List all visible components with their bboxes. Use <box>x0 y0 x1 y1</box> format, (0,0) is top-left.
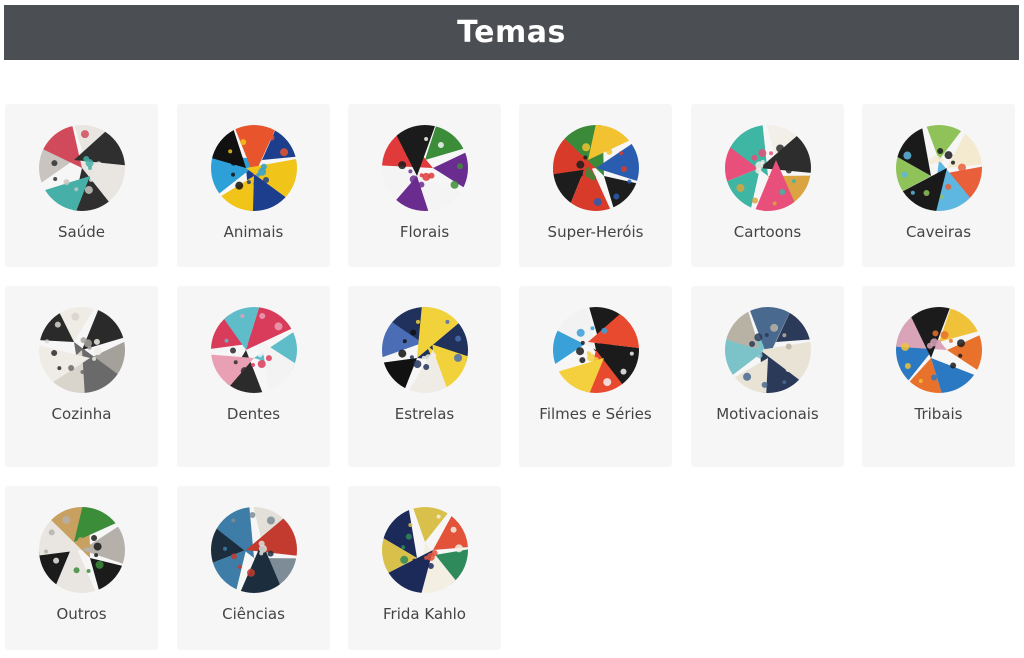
theme-card[interactable]: Frida Kahlo <box>348 486 501 650</box>
theme-card[interactable]: Super-Heróis <box>519 104 672 267</box>
theme-card[interactable]: Animais <box>177 104 330 267</box>
kitchen-fabric-thumbnail[interactable] <box>38 307 125 393</box>
theme-card[interactable]: Dentes <box>177 286 330 467</box>
theme-card[interactable]: Florais <box>348 104 501 267</box>
theme-label: Cozinha <box>51 405 112 423</box>
theme-card[interactable]: Tribais <box>862 286 1015 467</box>
theme-label: Dentes <box>226 405 281 423</box>
teeth-fabric-thumbnail[interactable] <box>210 307 297 393</box>
theme-label: Caveiras <box>905 223 972 241</box>
skulls-fabric-thumbnail[interactable] <box>895 125 982 211</box>
theme-card[interactable]: Saúde <box>5 104 158 267</box>
tribal-fabric-thumbnail[interactable] <box>895 307 982 393</box>
theme-label: Animais <box>223 223 284 241</box>
theme-card[interactable]: Outros <box>5 486 158 650</box>
theme-label: Saúde <box>58 223 105 241</box>
theme-label: Frida Kahlo <box>383 605 466 623</box>
theme-card[interactable]: Ciências <box>177 486 330 650</box>
theme-label: Motivacionais <box>716 405 819 423</box>
stars-fabric-thumbnail[interactable] <box>381 307 468 393</box>
theme-label: Estrelas <box>394 405 455 423</box>
theme-label: Tribais <box>914 405 963 423</box>
cartoons-fabric-thumbnail[interactable] <box>724 125 811 211</box>
floral-fabric-thumbnail[interactable] <box>381 125 468 211</box>
theme-card[interactable]: Motivacionais <box>691 286 844 467</box>
theme-card[interactable]: Filmes e Séries <box>519 286 672 467</box>
motivational-fabric-thumbnail[interactable] <box>724 307 811 393</box>
movies-series-fabric-thumbnail[interactable] <box>552 307 639 393</box>
science-fabric-thumbnail[interactable] <box>210 507 297 593</box>
theme-card[interactable]: Cozinha <box>5 286 158 467</box>
theme-card[interactable]: Cartoons <box>691 104 844 267</box>
superheroes-fabric-thumbnail[interactable] <box>552 125 639 211</box>
theme-label: Cartoons <box>733 223 802 241</box>
theme-label: Super-Heróis <box>547 223 644 241</box>
theme-card[interactable]: Caveiras <box>862 104 1015 267</box>
other-fabric-thumbnail[interactable] <box>38 507 125 593</box>
theme-card[interactable]: Estrelas <box>348 286 501 467</box>
theme-label: Filmes e Séries <box>539 405 652 423</box>
theme-grid: Saúde Animais Florais Super-Heróis Cartoons C… <box>0 0 1024 658</box>
theme-label: Florais <box>399 223 450 241</box>
theme-label: Outros <box>56 605 107 623</box>
health-fabric-thumbnail[interactable] <box>38 125 125 211</box>
frida-kahlo-fabric-thumbnail[interactable] <box>381 507 468 593</box>
theme-label: Ciências <box>222 605 285 623</box>
animals-fabric-thumbnail[interactable] <box>210 125 297 211</box>
